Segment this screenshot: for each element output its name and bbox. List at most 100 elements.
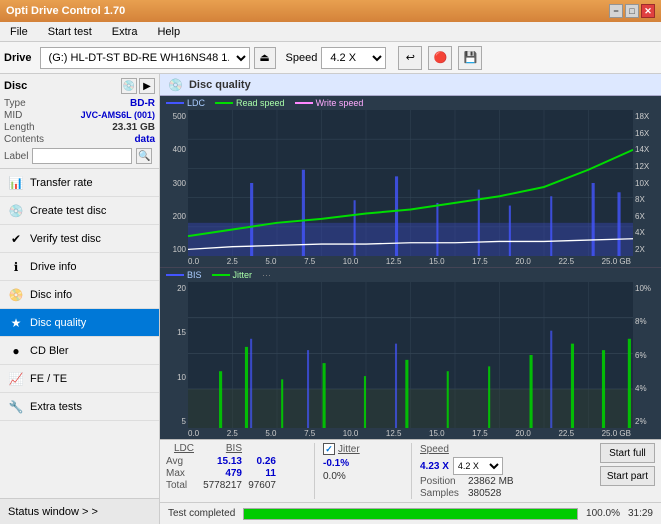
ldc-legend-line bbox=[166, 102, 184, 104]
total-ldc-value: 5778217 bbox=[198, 480, 242, 491]
top-chart-x-axis: 0.02.55.07.510.012.515.017.520.022.525.0… bbox=[160, 256, 661, 267]
position-value: 23862 MB bbox=[468, 476, 514, 487]
sidebar-item-verify-test-disc[interactable]: ✔ Verify test disc bbox=[0, 225, 159, 253]
disc-label-btn[interactable]: 🔍 bbox=[136, 148, 152, 164]
disc-panel: Disc 💿 ▶ Type BD-R MID JVC-AMS6L (001) L… bbox=[0, 74, 159, 169]
dq-title: Disc quality bbox=[189, 79, 251, 91]
drive-select[interactable]: (G:) HL-DT-ST BD-RE WH16NS48 1.D3 bbox=[40, 47, 250, 69]
speed-label: Speed bbox=[286, 52, 318, 64]
disc-label-label: Label bbox=[4, 151, 28, 162]
toolbar-btn-2[interactable]: 🔴 bbox=[428, 46, 452, 70]
menu-file[interactable]: File bbox=[4, 25, 34, 39]
write-speed-legend-line bbox=[295, 102, 313, 104]
bottom-chart-x-axis: 0.02.55.07.510.012.515.017.520.022.525.0… bbox=[160, 428, 661, 439]
progress-area: Test completed 100.0% 31:29 bbox=[160, 502, 661, 524]
sidebar-item-create-test-disc[interactable]: 💿 Create test disc bbox=[0, 197, 159, 225]
disc-contents-label: Contents bbox=[4, 134, 44, 145]
progress-bar-inner bbox=[244, 509, 577, 519]
sidebar-item-disc-info[interactable]: 📀 Disc info bbox=[0, 281, 159, 309]
toolbar: Drive (G:) HL-DT-ST BD-RE WH16NS48 1.D3 … bbox=[0, 42, 661, 74]
extra-tests-icon: 🔧 bbox=[8, 399, 24, 415]
toolbar-btn-1[interactable]: ↩ bbox=[398, 46, 422, 70]
top-chart-canvas bbox=[188, 110, 633, 256]
progress-percent: 100.0% bbox=[586, 508, 620, 519]
disc-panel-title: Disc bbox=[4, 80, 27, 92]
menu-help[interactable]: Help bbox=[151, 25, 186, 39]
status-window-label: Status window > > bbox=[8, 506, 98, 518]
avg-jitter-value: -0.1% bbox=[323, 458, 349, 469]
bottom-chart: BIS Jitter ··· 20 15 10 5 bbox=[160, 268, 661, 439]
jitter-checkbox[interactable]: ✓ bbox=[323, 443, 335, 455]
charts-area: LDC Read speed Write speed 500 40 bbox=[160, 96, 661, 439]
app-title: Opti Drive Control 1.70 bbox=[6, 5, 125, 17]
total-label: Total bbox=[166, 480, 194, 491]
stats-divider-2 bbox=[411, 443, 412, 499]
stats-divider-1 bbox=[314, 443, 315, 499]
sidebar-item-transfer-rate[interactable]: 📊 Transfer rate bbox=[0, 169, 159, 197]
disc-icon-2[interactable]: ▶ bbox=[139, 78, 155, 94]
disc-length-value: 23.31 GB bbox=[112, 122, 155, 133]
sidebar-item-extra-tests[interactable]: 🔧 Extra tests bbox=[0, 393, 159, 421]
status-window-btn[interactable]: Status window > > bbox=[0, 498, 159, 524]
max-jitter-value: 0.0% bbox=[323, 471, 346, 482]
start-part-btn[interactable]: Start part bbox=[600, 466, 655, 486]
disc-mid-label: MID bbox=[4, 110, 22, 121]
disc-mid-value: JVC-AMS6L (001) bbox=[81, 110, 155, 121]
sidebar-item-drive-info[interactable]: ℹ Drive info bbox=[0, 253, 159, 281]
speed-select-stats[interactable]: 4.2 X bbox=[453, 457, 503, 475]
fe-te-icon: 📈 bbox=[8, 371, 24, 387]
max-bis-value: 11 bbox=[246, 468, 276, 479]
total-bis-value: 97607 bbox=[246, 480, 276, 491]
drive-info-label: Drive info bbox=[30, 261, 76, 273]
disc-icon-1[interactable]: 💿 bbox=[121, 78, 137, 94]
top-chart-y-left: 500 400 300 200 100 bbox=[160, 110, 188, 256]
write-speed-legend-label: Write speed bbox=[316, 98, 364, 108]
menu-extra[interactable]: Extra bbox=[106, 25, 144, 39]
content-area: 💿 Disc quality LDC Read speed bbox=[160, 74, 661, 524]
ldc-legend-label: LDC bbox=[187, 98, 205, 108]
sidebar-item-cd-bler[interactable]: ● CD Bler bbox=[0, 337, 159, 365]
bis-legend-line bbox=[166, 274, 184, 276]
transfer-rate-label: Transfer rate bbox=[30, 177, 93, 189]
sidebar-item-fe-te[interactable]: 📈 FE / TE bbox=[0, 365, 159, 393]
jitter-header: Jitter bbox=[338, 444, 360, 455]
sidebar-item-disc-quality[interactable]: ★ Disc quality bbox=[0, 309, 159, 337]
top-chart-y-right: 18X 16X 14X 12X 10X 8X 6X 4X 2X bbox=[633, 110, 661, 256]
read-speed-legend-label: Read speed bbox=[236, 98, 285, 108]
dq-icon: 💿 bbox=[168, 78, 183, 92]
minimize-btn[interactable]: − bbox=[609, 4, 623, 18]
title-bar: Opti Drive Control 1.70 − □ ✕ bbox=[0, 0, 661, 22]
avg-label: Avg bbox=[166, 456, 194, 467]
maximize-btn[interactable]: □ bbox=[625, 4, 639, 18]
create-test-disc-label: Create test disc bbox=[30, 205, 106, 217]
bottom-chart-y-left: 20 15 10 5 bbox=[160, 282, 188, 428]
status-label: Test completed bbox=[168, 508, 235, 519]
start-full-btn[interactable]: Start full bbox=[600, 443, 655, 463]
disc-length-label: Length bbox=[4, 122, 35, 133]
bottom-chart-y-right: 10% 8% 6% 4% 2% bbox=[633, 282, 661, 428]
bis-legend-label: BIS bbox=[187, 270, 202, 280]
stats-section: LDC BIS Avg 15.13 0.26 Max 479 11 Tota bbox=[160, 439, 661, 502]
drive-label: Drive bbox=[4, 52, 32, 64]
create-test-disc-icon: 💿 bbox=[8, 203, 24, 219]
toolbar-btn-3[interactable]: 💾 bbox=[458, 46, 482, 70]
verify-test-disc-label: Verify test disc bbox=[30, 233, 101, 245]
verify-test-disc-icon: ✔ bbox=[8, 231, 24, 247]
menu-start-test[interactable]: Start test bbox=[42, 25, 98, 39]
disc-info-icon: 📀 bbox=[8, 287, 24, 303]
speed-select[interactable]: 4.2 X bbox=[321, 47, 386, 69]
eject-btn[interactable]: ⏏ bbox=[254, 47, 276, 69]
max-label: Max bbox=[166, 468, 194, 479]
disc-contents-value: data bbox=[134, 134, 155, 145]
position-label: Position bbox=[420, 476, 464, 487]
disc-label-input[interactable] bbox=[32, 148, 132, 164]
close-btn[interactable]: ✕ bbox=[641, 4, 655, 18]
transfer-rate-icon: 📊 bbox=[8, 175, 24, 191]
dotted-marker: ··· bbox=[262, 270, 271, 280]
speed-header: Speed bbox=[420, 444, 449, 455]
drive-info-icon: ℹ bbox=[8, 259, 24, 275]
disc-quality-icon: ★ bbox=[8, 315, 24, 331]
ldc-col-header: LDC bbox=[166, 443, 194, 454]
progress-bar-outer bbox=[243, 508, 578, 520]
avg-bis-value: 0.26 bbox=[246, 456, 276, 467]
